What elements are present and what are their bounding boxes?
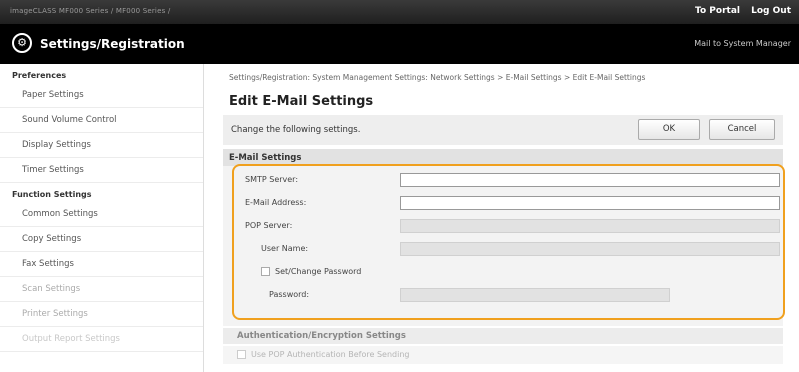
product-breadcrumb: imageCLASS MF000 Series / MF000 Series / <box>10 7 171 15</box>
header-bar: ⚙ Settings/Registration Mail to System M… <box>0 24 799 64</box>
pop-server-row: POP Server: <box>223 216 783 238</box>
email-settings-form: SMTP Server: E-Mail Address: POP Server:… <box>223 166 783 326</box>
sidebar-heading-function-settings: Function Settings <box>12 190 92 199</box>
instruction-text: Change the following settings. <box>231 125 361 135</box>
set-password-row: Set/Change Password <box>223 262 783 284</box>
user-name-input[interactable] <box>400 242 780 256</box>
top-links: To Portal Log Out <box>687 6 791 16</box>
smtp-server-label: SMTP Server: <box>245 175 299 184</box>
main-content: Settings/Registration: System Management… <box>205 64 799 372</box>
sidebar-item-display-settings[interactable]: Display Settings <box>0 133 203 158</box>
logout-link[interactable]: Log Out <box>751 6 791 16</box>
authentication-section-header: Authentication/Encryption Settings <box>223 328 783 344</box>
email-address-input[interactable] <box>400 196 780 210</box>
to-portal-link[interactable]: To Portal <box>695 6 740 16</box>
top-bar: imageCLASS MF000 Series / MF000 Series /… <box>0 0 799 24</box>
sidebar-item-printer-settings[interactable]: Printer Settings <box>0 302 203 327</box>
page-section-title: Settings/Registration <box>40 37 185 51</box>
password-label: Password: <box>269 290 310 299</box>
authentication-section-title: Authentication/Encryption Settings <box>237 331 406 341</box>
pop-auth-checkbox[interactable] <box>237 350 246 359</box>
sidebar-item-copy-settings[interactable]: Copy Settings <box>0 227 203 252</box>
breadcrumb: Settings/Registration: System Management… <box>229 73 646 82</box>
sidebar-item-paper-settings[interactable]: Paper Settings <box>0 83 203 108</box>
settings-gear-icon: ⚙ <box>12 33 32 53</box>
password-row: Password: <box>223 285 783 307</box>
email-address-label: E-Mail Address: <box>245 198 307 207</box>
set-password-label: Set/Change Password <box>275 267 362 276</box>
section-title: E-Mail Settings <box>229 153 302 163</box>
pop-auth-label: Use POP Authentication Before Sending <box>251 350 410 359</box>
pop-server-label: POP Server: <box>245 221 293 230</box>
email-settings-section-header: E-Mail Settings <box>223 149 783 166</box>
sidebar: Preferences Paper Settings Sound Volume … <box>0 64 204 372</box>
pop-server-input[interactable] <box>400 219 780 233</box>
sidebar-heading-preferences: Preferences <box>12 71 67 80</box>
sidebar-item-scan-settings[interactable]: Scan Settings <box>0 277 203 302</box>
set-password-checkbox[interactable] <box>261 267 270 276</box>
sidebar-item-fax-settings[interactable]: Fax Settings <box>0 252 203 277</box>
password-input[interactable] <box>400 288 670 302</box>
user-name-label: User Name: <box>261 244 309 253</box>
sidebar-item-output-report-settings[interactable]: Output Report Settings <box>0 327 203 352</box>
sidebar-item-timer-settings[interactable]: Timer Settings <box>0 158 203 183</box>
sidebar-item-common-settings[interactable]: Common Settings <box>0 202 203 227</box>
user-name-row: User Name: <box>223 239 783 261</box>
ok-button[interactable]: OK <box>638 119 700 140</box>
action-bar: Change the following settings. OK Cancel <box>223 115 783 145</box>
cancel-button[interactable]: Cancel <box>709 119 775 140</box>
page-title: Edit E-Mail Settings <box>229 94 374 109</box>
smtp-server-input[interactable] <box>400 173 780 187</box>
sidebar-item-sound-volume-control[interactable]: Sound Volume Control <box>0 108 203 133</box>
mail-to-system-manager-link[interactable]: Mail to System Manager <box>694 39 791 48</box>
pop-auth-row: Use POP Authentication Before Sending <box>223 346 783 364</box>
email-address-row: E-Mail Address: <box>223 193 783 215</box>
smtp-server-row: SMTP Server: <box>223 170 783 192</box>
